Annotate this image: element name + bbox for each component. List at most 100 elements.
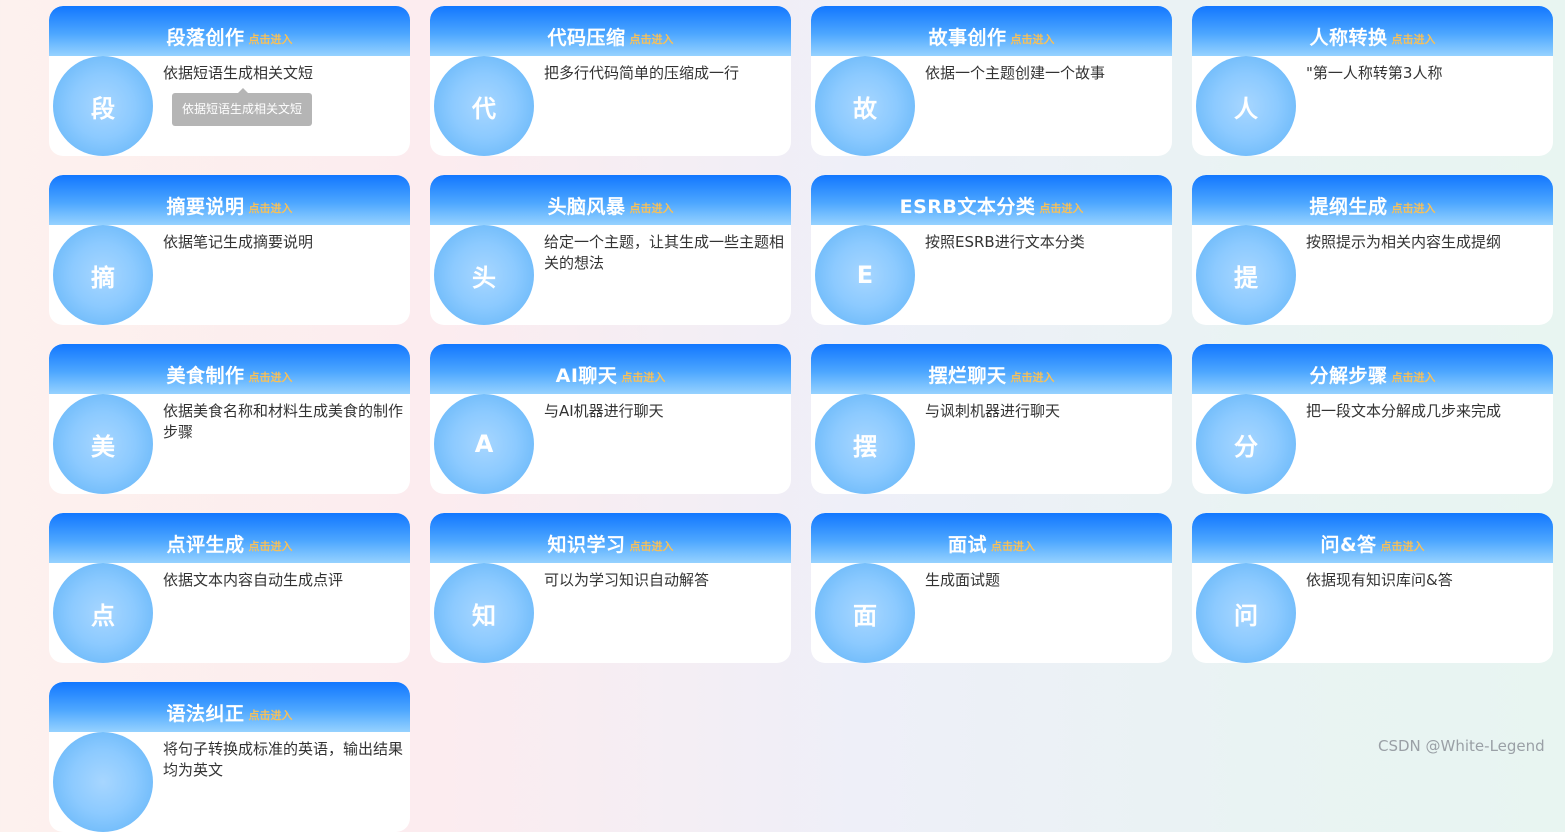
- card-avatar: 点: [53, 563, 153, 663]
- enter-link[interactable]: 点击进入: [249, 707, 293, 723]
- card-avatar: [53, 732, 153, 832]
- card-header[interactable]: 知识学习 点击进入: [430, 513, 791, 563]
- card-avatar: 头: [434, 225, 534, 325]
- enter-link[interactable]: 点击进入: [1039, 200, 1083, 216]
- enter-link[interactable]: 点击进入: [1011, 369, 1055, 385]
- card-description: 依据现有知识库问&答: [1306, 571, 1453, 589]
- card-title: 摆烂聊天: [928, 364, 1007, 387]
- tool-card[interactable]: 点评生成 点击进入 点 依据文本内容自动生成点评: [49, 513, 410, 663]
- tool-card[interactable]: 故事创作 点击进入 故 依据一个主题创建一个故事: [811, 6, 1172, 156]
- tool-card[interactable]: 摆烂聊天 点击进入 摆 与讽刺机器进行聊天: [811, 344, 1172, 494]
- card-description: 依据笔记生成摘要说明: [163, 233, 314, 251]
- card-header[interactable]: 代码压缩 点击进入: [430, 6, 791, 56]
- card-description: 依据短语生成相关文短: [163, 64, 314, 82]
- card-header[interactable]: 段落创作 点击进入: [49, 6, 410, 56]
- tool-card[interactable]: 段落创作 点击进入 段 依据短语生成相关文短: [49, 6, 410, 156]
- enter-link[interactable]: 点击进入: [1392, 200, 1436, 216]
- card-avatar: 段: [53, 56, 153, 156]
- card-description: 把一段文本分解成几步来完成: [1306, 402, 1502, 420]
- card-avatar: 知: [434, 563, 534, 663]
- avatar-letter: 人: [1234, 94, 1258, 123]
- avatar-letter: 摆: [853, 432, 877, 461]
- card-description: 将句子转换成标准的英语，输出结果均为英文: [163, 740, 404, 779]
- enter-link[interactable]: 点击进入: [1011, 31, 1055, 47]
- card-header[interactable]: 人称转换 点击进入: [1192, 6, 1553, 56]
- avatar-letter: 知: [472, 601, 496, 630]
- card-header[interactable]: ESRB文本分类 点击进入: [811, 175, 1172, 225]
- avatar-letter: E: [856, 261, 874, 289]
- card-description: 给定一个主题，让其生成一些主题相关的想法: [544, 233, 785, 272]
- enter-link[interactable]: 点击进入: [991, 538, 1035, 554]
- card-title: AI聊天: [555, 364, 618, 387]
- card-avatar: A: [434, 394, 534, 494]
- card-title: 分解步骤: [1309, 364, 1388, 387]
- enter-link[interactable]: 点击进入: [249, 200, 293, 216]
- tool-card[interactable]: 知识学习 点击进入 知 可以为学习知识自动解答: [430, 513, 791, 663]
- card-description: 与讽刺机器进行聊天: [925, 402, 1061, 420]
- card-description: 依据美食名称和材料生成美食的制作步骤: [163, 402, 404, 441]
- card-header[interactable]: 分解步骤 点击进入: [1192, 344, 1553, 394]
- card-title: 故事创作: [928, 26, 1007, 49]
- tool-card[interactable]: 美食制作 点击进入 美 依据美食名称和材料生成美食的制作步骤: [49, 344, 410, 494]
- tool-card-grid: 段落创作 点击进入 段 依据短语生成相关文短 代码压缩 点击进入 代 把多行代码…: [49, 6, 1553, 832]
- card-header[interactable]: 提纲生成 点击进入: [1192, 175, 1553, 225]
- tool-card[interactable]: 头脑风暴 点击进入 头 给定一个主题，让其生成一些主题相关的想法: [430, 175, 791, 325]
- avatar-letter: A: [474, 430, 494, 458]
- card-title: 面试: [947, 533, 987, 556]
- card-title: 摘要说明: [166, 195, 245, 218]
- card-header[interactable]: 面试 点击进入: [811, 513, 1172, 563]
- enter-link[interactable]: 点击进入: [630, 200, 674, 216]
- enter-link[interactable]: 点击进入: [249, 369, 293, 385]
- card-title: 点评生成: [166, 533, 245, 556]
- enter-link[interactable]: 点击进入: [630, 31, 674, 47]
- card-header[interactable]: 问&答 点击进入: [1192, 513, 1553, 563]
- card-header[interactable]: AI聊天 点击进入: [430, 344, 791, 394]
- card-header[interactable]: 摆烂聊天 点击进入: [811, 344, 1172, 394]
- enter-link[interactable]: 点击进入: [249, 31, 293, 47]
- card-header[interactable]: 摘要说明 点击进入: [49, 175, 410, 225]
- tool-card[interactable]: 分解步骤 点击进入 分 把一段文本分解成几步来完成: [1192, 344, 1553, 494]
- card-description: 依据文本内容自动生成点评: [163, 571, 344, 589]
- tooltip: 依据短语生成相关文短: [172, 88, 313, 126]
- card-title: 代码压缩: [547, 26, 626, 49]
- tool-card[interactable]: 面试 点击进入 面 生成面试题: [811, 513, 1172, 663]
- enter-link[interactable]: 点击进入: [249, 538, 293, 554]
- card-header[interactable]: 美食制作 点击进入: [49, 344, 410, 394]
- card-title: 语法纠正: [166, 702, 245, 725]
- tool-card[interactable]: ESRB文本分类 点击进入 E 按照ESRB进行文本分类: [811, 175, 1172, 325]
- card-title: 人称转换: [1309, 26, 1388, 49]
- avatar-letter: 分: [1234, 432, 1258, 461]
- card-title: ESRB文本分类: [899, 195, 1036, 218]
- avatar-letter: 故: [853, 94, 877, 123]
- tool-card[interactable]: 问&答 点击进入 问 依据现有知识库问&答: [1192, 513, 1553, 663]
- card-description: 依据一个主题创建一个故事: [925, 64, 1106, 82]
- tool-card[interactable]: 语法纠正 点击进入 将句子转换成标准的英语，输出结果均为英文: [49, 682, 410, 832]
- tool-card[interactable]: 提纲生成 点击进入 提 按照提示为相关内容生成提纲: [1192, 175, 1553, 325]
- tool-card[interactable]: 人称转换 点击进入 人 "第一人称转第3人称: [1192, 6, 1553, 156]
- avatar-letter: 段: [91, 94, 115, 123]
- enter-link[interactable]: 点击进入: [1392, 31, 1436, 47]
- avatar-letter: 点: [91, 601, 115, 630]
- card-header[interactable]: 头脑风暴 点击进入: [430, 175, 791, 225]
- enter-link[interactable]: 点击进入: [1392, 369, 1436, 385]
- card-avatar: 问: [1196, 563, 1296, 663]
- tool-card[interactable]: 摘要说明 点击进入 摘 依据笔记生成摘要说明: [49, 175, 410, 325]
- card-avatar: 面: [815, 563, 915, 663]
- card-description: 按照ESRB进行文本分类: [925, 233, 1085, 251]
- card-title: 头脑风暴: [547, 195, 626, 218]
- card-avatar: E: [815, 225, 915, 325]
- tool-card[interactable]: 代码压缩 点击进入 代 把多行代码简单的压缩成一行: [430, 6, 791, 156]
- card-avatar: 故: [815, 56, 915, 156]
- card-avatar: 提: [1196, 225, 1296, 325]
- card-header[interactable]: 点评生成 点击进入: [49, 513, 410, 563]
- card-header[interactable]: 故事创作 点击进入: [811, 6, 1172, 56]
- enter-link[interactable]: 点击进入: [630, 538, 674, 554]
- enter-link[interactable]: 点击进入: [1381, 538, 1425, 554]
- card-title: 美食制作: [166, 364, 245, 387]
- card-header[interactable]: 语法纠正 点击进入: [49, 682, 410, 732]
- card-title: 知识学习: [547, 533, 626, 556]
- enter-link[interactable]: 点击进入: [621, 369, 665, 385]
- avatar-letter: 面: [853, 601, 877, 630]
- tool-card[interactable]: AI聊天 点击进入 A 与AI机器进行聊天: [430, 344, 791, 494]
- card-title: 问&答: [1320, 533, 1377, 556]
